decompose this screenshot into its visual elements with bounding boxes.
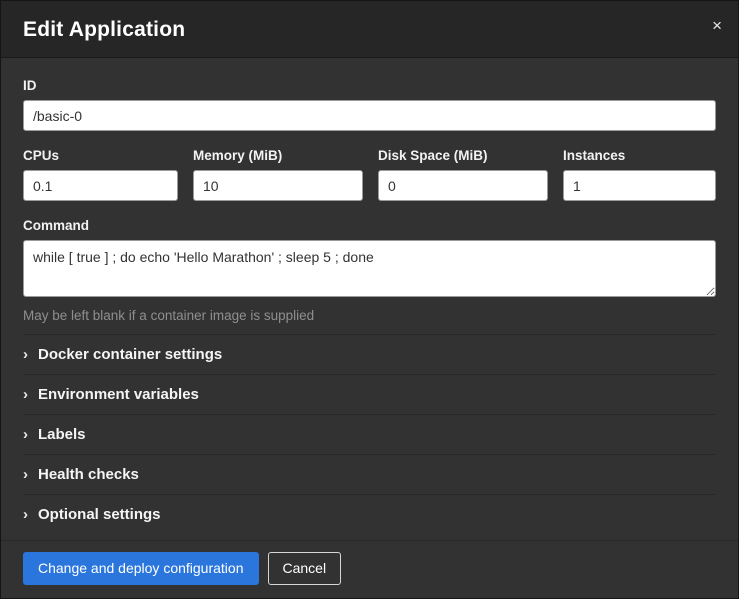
cpus-field-block: CPUs [23,148,178,201]
section-docker-container-settings[interactable]: › Docker container settings [23,334,716,374]
cancel-button[interactable]: Cancel [268,552,342,585]
memory-field-block: Memory (MiB) [193,148,363,201]
section-labels[interactable]: › Labels [23,414,716,454]
command-textarea[interactable]: while [ true ] ; do echo 'Hello Marathon… [23,240,716,297]
cpus-input[interactable] [23,170,178,201]
section-health-checks[interactable]: › Health checks [23,454,716,494]
id-label: ID [23,78,716,93]
memory-input[interactable] [193,170,363,201]
edit-application-modal: Edit Application × ID CPUs Memory (MiB) … [0,0,739,599]
section-label: Docker container settings [38,346,222,363]
chevron-right-icon: › [23,387,38,402]
section-environment-variables[interactable]: › Environment variables [23,374,716,414]
command-help-text: May be left blank if a container image i… [23,308,716,323]
instances-label: Instances [563,148,716,163]
modal-footer: Change and deploy configuration Cancel [1,540,738,598]
chevron-right-icon: › [23,427,38,442]
chevron-right-icon: › [23,347,38,362]
change-and-deploy-button[interactable]: Change and deploy configuration [23,552,259,585]
section-label: Optional settings [38,506,161,523]
modal-title: Edit Application [23,18,716,42]
section-label: Labels [38,426,86,443]
command-label: Command [23,218,716,233]
memory-label: Memory (MiB) [193,148,363,163]
section-label: Environment variables [38,386,199,403]
disk-field-block: Disk Space (MiB) [378,148,548,201]
modal-header: Edit Application × [1,1,738,58]
modal-body: ID CPUs Memory (MiB) Disk Space (MiB) In… [1,58,738,540]
resources-row: CPUs Memory (MiB) Disk Space (MiB) Insta… [23,148,716,201]
close-icon[interactable]: × [712,17,722,34]
instances-field-block: Instances [563,148,716,201]
chevron-right-icon: › [23,467,38,482]
id-field-block: ID [23,78,716,131]
chevron-right-icon: › [23,507,38,522]
id-input[interactable] [23,100,716,131]
section-optional-settings[interactable]: › Optional settings [23,494,716,534]
collapsible-sections: › Docker container settings › Environmen… [23,334,716,534]
disk-input[interactable] [378,170,548,201]
command-field-block: Command while [ true ] ; do echo 'Hello … [23,218,716,323]
cpus-label: CPUs [23,148,178,163]
instances-input[interactable] [563,170,716,201]
disk-label: Disk Space (MiB) [378,148,548,163]
section-label: Health checks [38,466,139,483]
